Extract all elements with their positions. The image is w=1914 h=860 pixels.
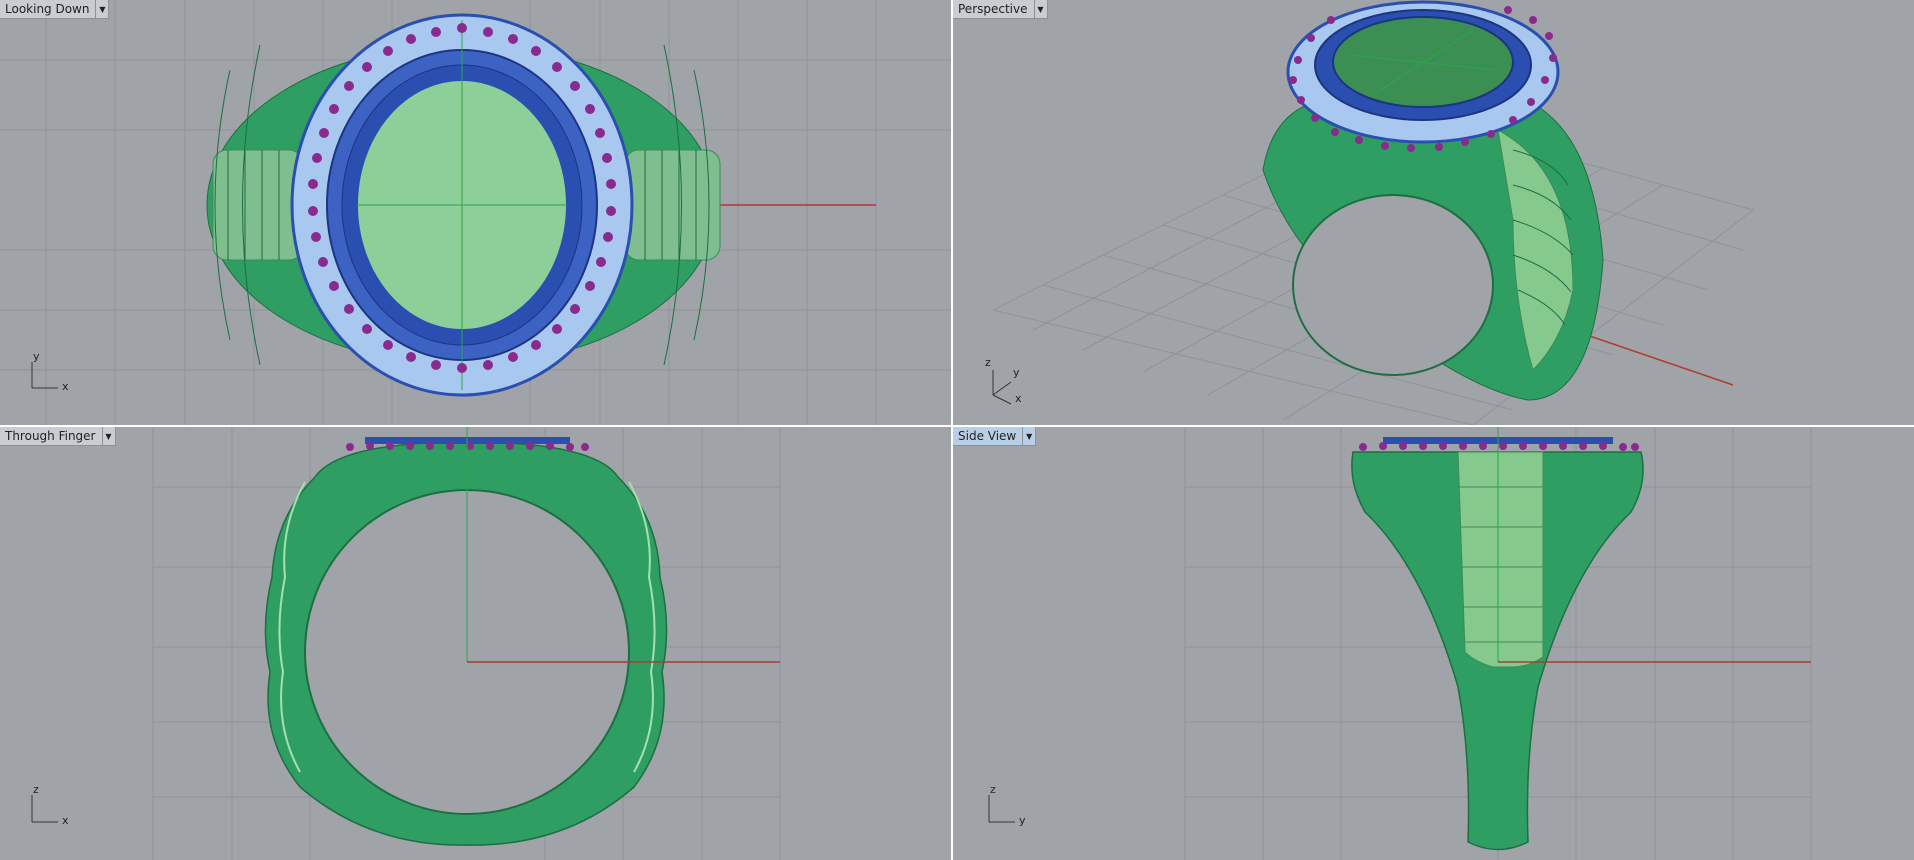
chevron-down-icon[interactable]: ▼ (95, 0, 108, 18)
axis-triad-perspective (992, 370, 1012, 405)
viewport-title[interactable]: Side View (953, 427, 1022, 445)
top-view-canvas[interactable] (0, 0, 951, 425)
chevron-down-icon[interactable]: ▼ (1033, 0, 1047, 18)
viewport-title[interactable]: Through Finger (0, 427, 102, 445)
viewport-layout: y x Looking Down ▼ z y x Perspective ▼ z… (0, 0, 1914, 860)
viewport-side-view[interactable]: z y Side View ▼ (953, 427, 1914, 860)
axis-triad-top (31, 362, 58, 389)
viewport-title-bar[interactable]: Perspective ▼ (953, 0, 1048, 19)
chevron-down-icon[interactable]: ▼ (101, 427, 115, 445)
chevron-down-icon[interactable]: ▼ (1022, 427, 1035, 445)
axis-label-y: y (1019, 814, 1026, 827)
viewport-title[interactable]: Looking Down (0, 0, 95, 18)
axis-label-y: y (1013, 366, 1020, 379)
viewport-looking-down[interactable]: y x Looking Down ▼ (0, 0, 951, 425)
viewport-title-bar[interactable]: Through Finger ▼ (0, 427, 116, 446)
axis-label-x: x (62, 380, 69, 393)
axis-label-x: x (62, 814, 69, 827)
axis-label-x: x (1015, 392, 1022, 405)
axis-label-z: z (33, 783, 39, 796)
viewport-title-bar[interactable]: Side View ▼ (953, 427, 1037, 446)
viewport-title-bar[interactable]: Looking Down ▼ (0, 0, 110, 19)
viewport-perspective[interactable]: z y x Perspective ▼ (953, 0, 1914, 425)
side-view-canvas[interactable] (953, 427, 1914, 860)
viewport-through-finger[interactable]: z x Through Finger ▼ (0, 427, 951, 860)
axis-label-y: y (33, 350, 40, 363)
perspective-canvas[interactable] (953, 0, 1914, 425)
front-view-canvas[interactable] (0, 427, 951, 860)
axis-label-z: z (985, 356, 991, 369)
axis-label-z: z (990, 783, 996, 796)
viewport-title[interactable]: Perspective (953, 0, 1034, 18)
